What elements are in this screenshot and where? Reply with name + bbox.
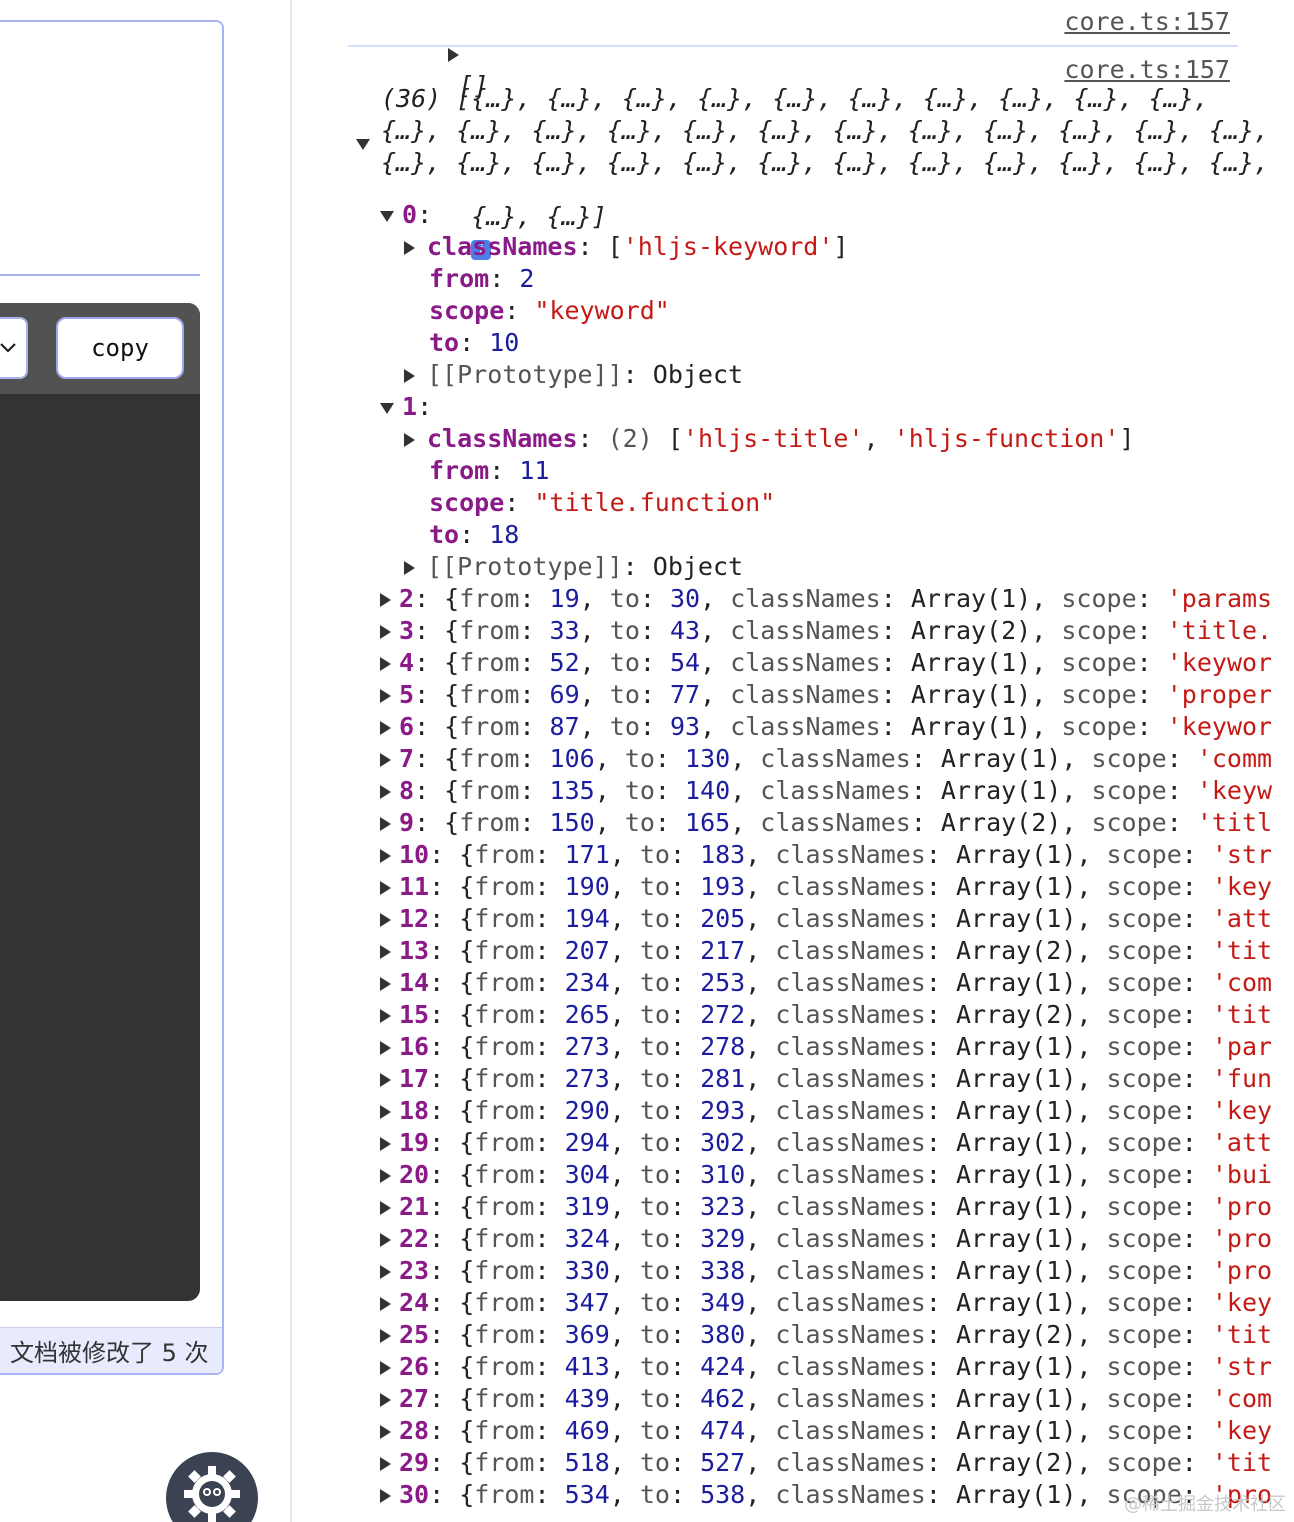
expand-arrow-icon[interactable]	[380, 913, 391, 927]
array-item-4[interactable]: 4: {from: 52, to: 54, classNames: Array(…	[380, 647, 1294, 679]
array-item-0[interactable]: 0:	[380, 199, 1294, 231]
settings-fab[interactable]	[166, 1452, 258, 1522]
array-item-13[interactable]: 13: {from: 207, to: 217, classNames: Arr…	[380, 935, 1294, 967]
array-item-17[interactable]: 17: {from: 273, to: 281, classNames: Arr…	[380, 1063, 1294, 1095]
expand-arrow-icon[interactable]	[380, 1393, 391, 1407]
array-item-3[interactable]: 3: {from: 33, to: 43, classNames: Array(…	[380, 615, 1294, 647]
expand-arrow-icon[interactable]	[448, 48, 460, 62]
prop-from: from: 11	[429, 456, 550, 485]
expand-arrow-icon[interactable]	[380, 625, 391, 639]
prop-classnames[interactable]: classNames: ['hljs-keyword']	[404, 231, 1294, 263]
log-separator	[348, 45, 1238, 47]
expand-arrow-icon[interactable]	[380, 1137, 391, 1151]
expand-arrow-icon[interactable]	[380, 849, 391, 863]
array-item-1[interactable]: 1:	[380, 391, 1294, 423]
expand-arrow-icon[interactable]	[380, 1361, 391, 1375]
language-select[interactable]	[0, 317, 28, 379]
chevron-down-icon	[0, 343, 16, 353]
array-item-29[interactable]: 29: {from: 518, to: 527, classNames: Arr…	[380, 1447, 1294, 1479]
array-item-20[interactable]: 20: {from: 304, to: 310, classNames: Arr…	[380, 1159, 1294, 1191]
prop-prototype[interactable]: [[Prototype]]: Object	[404, 359, 1294, 391]
expand-arrow-icon[interactable]	[380, 785, 391, 799]
array-item-19[interactable]: 19: {from: 294, to: 302, classNames: Arr…	[380, 1127, 1294, 1159]
expand-arrow-icon[interactable]	[380, 1233, 391, 1247]
expand-arrow-icon[interactable]	[380, 721, 391, 735]
expand-arrow-icon[interactable]	[380, 1297, 391, 1311]
array-item-28[interactable]: 28: {from: 469, to: 474, classNames: Arr…	[380, 1415, 1294, 1447]
expand-arrow-icon[interactable]	[380, 1041, 391, 1055]
expand-arrow-icon[interactable]	[380, 881, 391, 895]
array-item-5[interactable]: 5: {from: 69, to: 77, classNames: Array(…	[380, 679, 1294, 711]
array-item-12[interactable]: 12: {from: 194, to: 205, classNames: Arr…	[380, 903, 1294, 935]
array-item-16[interactable]: 16: {from: 273, to: 278, classNames: Arr…	[380, 1031, 1294, 1063]
panel-separator[interactable]	[290, 0, 292, 1522]
expand-arrow-icon[interactable]	[380, 977, 391, 991]
array-item-23[interactable]: 23: {from: 330, to: 338, classNames: Arr…	[380, 1255, 1294, 1287]
prop-scope: scope: "title.function"	[429, 488, 776, 517]
array-item-21[interactable]: 21: {from: 319, to: 323, classNames: Arr…	[380, 1191, 1294, 1223]
expand-arrow-icon[interactable]	[380, 1169, 391, 1183]
prop-to: to: 10	[429, 328, 520, 357]
array-item-26[interactable]: 26: {from: 413, to: 424, classNames: Arr…	[380, 1351, 1294, 1383]
expand-arrow-icon[interactable]	[380, 1105, 391, 1119]
editor-divider	[0, 274, 200, 276]
expand-arrow-icon[interactable]	[404, 241, 415, 255]
devtools-console: [] core.ts:157 core.ts:157 (36) [{…}, {……	[348, 0, 1294, 1522]
code-block: copy	[0, 303, 200, 1301]
prop-to: to: 18	[429, 520, 520, 549]
expand-arrow-icon[interactable]	[380, 945, 391, 959]
array-item-18[interactable]: 18: {from: 290, to: 293, classNames: Arr…	[380, 1095, 1294, 1127]
code-toolbar: copy	[0, 303, 200, 394]
expand-arrow-icon[interactable]	[380, 1329, 391, 1343]
array-item-15[interactable]: 15: {from: 265, to: 272, classNames: Arr…	[380, 999, 1294, 1031]
prop-from: from: 2	[429, 264, 535, 293]
array-item-22[interactable]: 22: {from: 324, to: 329, classNames: Arr…	[380, 1223, 1294, 1255]
expand-arrow-icon[interactable]	[380, 657, 391, 671]
array-item-25[interactable]: 25: {from: 369, to: 380, classNames: Arr…	[380, 1319, 1294, 1351]
copy-button[interactable]: copy	[56, 317, 184, 379]
watermark: @稀土掘金技术社区	[1124, 1494, 1286, 1515]
expand-arrow-icon[interactable]	[380, 1489, 391, 1503]
edit-count-status: 文档被修改了 5 次	[0, 1327, 222, 1373]
source-link[interactable]: core.ts:157	[1064, 6, 1230, 38]
array-item-11[interactable]: 11: {from: 190, to: 193, classNames: Arr…	[380, 871, 1294, 903]
expand-arrow-icon[interactable]	[404, 433, 415, 447]
expand-arrow-icon[interactable]	[380, 1425, 391, 1439]
array-item-10[interactable]: 10: {from: 171, to: 183, classNames: Arr…	[380, 839, 1294, 871]
source-link[interactable]: core.ts:157	[1064, 54, 1230, 86]
expand-arrow-icon[interactable]	[380, 1265, 391, 1279]
prop-scope: scope: "keyword"	[429, 296, 670, 325]
expand-arrow-icon[interactable]	[404, 561, 415, 575]
expand-arrow-icon[interactable]	[380, 817, 391, 831]
gear-owl-icon	[184, 1466, 240, 1522]
app-root: copy 文档被修改了 5 次 [] core.ts:157 core.ts:1…	[0, 0, 1294, 1522]
expand-arrow-icon[interactable]	[380, 689, 391, 703]
classnames-value: ['hljs-keyword']	[607, 232, 849, 261]
expand-arrow-icon[interactable]	[380, 1457, 391, 1471]
collapse-arrow-icon[interactable]	[380, 210, 394, 222]
array-item-9[interactable]: 9: {from: 150, to: 165, classNames: Arra…	[380, 807, 1294, 839]
array-item-6[interactable]: 6: {from: 87, to: 93, classNames: Array(…	[380, 711, 1294, 743]
expand-arrow-icon[interactable]	[404, 369, 415, 383]
array-item-2[interactable]: 2: {from: 19, to: 30, classNames: Array(…	[380, 583, 1294, 615]
expand-arrow-icon[interactable]	[380, 593, 391, 607]
expand-arrow-icon[interactable]	[380, 753, 391, 767]
array-item-24[interactable]: 24: {from: 347, to: 349, classNames: Arr…	[380, 1287, 1294, 1319]
array-item-7[interactable]: 7: {from: 106, to: 130, classNames: Arra…	[380, 743, 1294, 775]
array-summary-line[interactable]: (36) [{…}, {…}, {…}, {…}, {…}, {…}, {…},…	[381, 83, 1294, 115]
array-summary-line[interactable]: {…}, {…}, {…}, {…}, {…}, {…}, {…}, {…}, …	[381, 115, 1294, 147]
prop-prototype[interactable]: [[Prototype]]: Object	[404, 551, 1294, 583]
prop-classnames[interactable]: classNames: (2) ['hljs-title', 'hljs-fun…	[404, 423, 1294, 455]
collapse-arrow-icon[interactable]	[380, 402, 394, 414]
collapse-arrow-icon[interactable]	[356, 139, 370, 150]
expand-arrow-icon[interactable]	[380, 1073, 391, 1087]
expand-arrow-icon[interactable]	[380, 1201, 391, 1215]
array-item-27[interactable]: 27: {from: 439, to: 462, classNames: Arr…	[380, 1383, 1294, 1415]
classnames-value: ['hljs-title', 'hljs-function']	[667, 424, 1135, 453]
array-item-8[interactable]: 8: {from: 135, to: 140, classNames: Arra…	[380, 775, 1294, 807]
expand-arrow-icon[interactable]	[380, 1009, 391, 1023]
array-item-14[interactable]: 14: {from: 234, to: 253, classNames: Arr…	[380, 967, 1294, 999]
